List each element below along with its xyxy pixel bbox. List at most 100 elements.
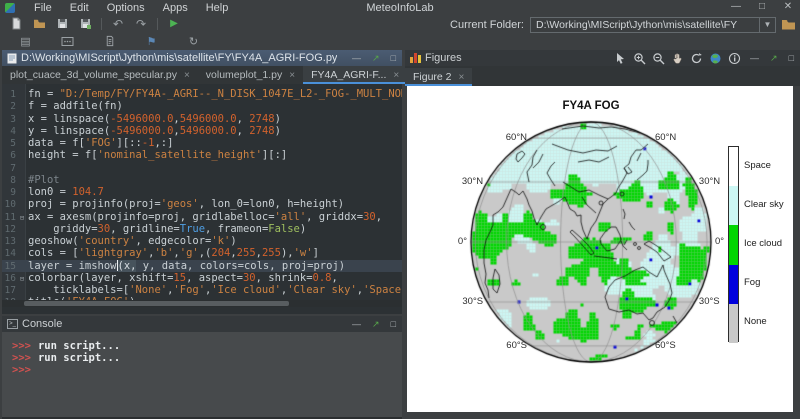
code-segment: 5496000.0	[180, 125, 237, 137]
identify-icon[interactable]	[727, 51, 742, 65]
code-segment: ),	[281, 247, 294, 259]
pointer-icon[interactable]	[613, 51, 628, 65]
code-segment: 2748	[249, 113, 274, 125]
apps-grid-icon[interactable]: ▤	[18, 34, 33, 48]
colorbar-label: None	[744, 316, 767, 327]
colorbar-segment	[729, 265, 738, 304]
tab-1[interactable]: plot_cuace_3d_volume_specular.py×	[2, 66, 198, 84]
code-segment: True	[180, 223, 205, 235]
code-segment: , griddx=	[306, 211, 363, 223]
window-close-button[interactable]: ✕	[782, 1, 794, 12]
current-folder-combobox[interactable]: D:\Working\MIScript\Jython\mis\satellite…	[530, 17, 776, 33]
code-segment: lon0 =	[28, 186, 72, 198]
tab-3[interactable]: FY4A_AGRI-F...×	[303, 66, 407, 84]
colorbar-segment	[729, 225, 738, 264]
refresh-icon[interactable]: ↻	[186, 34, 201, 48]
new-script-icon[interactable]	[102, 34, 117, 48]
figures-tab-bar: Figure 2 ×	[405, 66, 800, 86]
run-script-icon[interactable]: ▶	[167, 17, 181, 31]
menu-help[interactable]: Help	[197, 1, 238, 15]
menu-edit[interactable]: Edit	[61, 1, 98, 15]
editor-title-bar[interactable]: D:\Working\MIScript\Jython\mis\satellite…	[2, 50, 402, 66]
editor-float-button[interactable]: ↗	[372, 53, 380, 64]
code-text: ticklabels=['None','Fog','Ice cloud','Cl…	[28, 284, 402, 296]
code-segment: geoshow(	[28, 235, 79, 247]
code-text: height = f['nominal_satellite_height'][:…	[28, 149, 287, 161]
zoom-out-icon[interactable]	[651, 51, 666, 65]
close-icon[interactable]: ×	[289, 70, 295, 81]
colorbar-segment	[729, 147, 738, 186]
editor-horizontal-scrollbar[interactable]	[2, 300, 402, 307]
editor-maximize-button[interactable]: □	[391, 53, 396, 63]
rotate-icon[interactable]	[689, 51, 704, 65]
colorbar	[728, 146, 739, 342]
console-maximize-button[interactable]: □	[391, 319, 396, 329]
console-output[interactable]: >>>run script...>>>run script...>>>	[2, 332, 402, 376]
console-prompt: >>>	[12, 352, 31, 364]
code-segment: 'Clear sky'	[287, 284, 357, 296]
code-segment: 'nominal_satellite_height'	[98, 149, 262, 161]
editor-minimize-button[interactable]: —	[352, 53, 361, 63]
code-segment: f = addfile(fn)	[28, 100, 123, 112]
figures-title: Figures	[425, 52, 462, 64]
code-line-8: 8 #Plot	[2, 174, 402, 186]
code-segment: 'b'	[154, 247, 173, 259]
code-line-9: 9 lon0 = 104.7	[2, 186, 402, 198]
globe-icon[interactable]	[708, 51, 723, 65]
data-flag-icon[interactable]: ⚑	[144, 34, 159, 48]
code-editor[interactable]: 1 fn = "D:/Temp/FY/FY4A-_AGRI--_N_DISK_1…	[2, 84, 402, 307]
close-icon[interactable]: ×	[184, 70, 190, 81]
close-icon[interactable]: ×	[459, 72, 465, 83]
app-logo-icon	[5, 3, 15, 13]
code-segment: ,	[237, 113, 250, 125]
save-icon[interactable]	[55, 17, 69, 31]
code-segment: 255	[262, 247, 281, 259]
tab-figure-2[interactable]: Figure 2 ×	[405, 68, 472, 86]
window-minimize-button[interactable]: —	[730, 1, 742, 12]
tab-2[interactable]: volumeplot_1.py×	[198, 66, 303, 84]
console-minimize-button[interactable]: —	[352, 319, 361, 329]
menu-file[interactable]: File	[25, 1, 61, 15]
code-line-5: 5 data = f['FOG'][::-1,:]	[2, 137, 402, 149]
chevron-down-icon[interactable]: ▼	[759, 18, 775, 32]
new-file-icon[interactable]	[9, 17, 23, 31]
window-maximize-button[interactable]: □	[756, 1, 768, 12]
code-segment: ]	[313, 247, 319, 259]
figures-maximize-button[interactable]: □	[789, 53, 794, 63]
scrollbar-thumb[interactable]	[24, 301, 289, 306]
pan-icon[interactable]	[670, 51, 685, 65]
toolbar-separator	[101, 18, 102, 30]
figures-title-bar[interactable]: Figures — ↗ □	[405, 50, 800, 66]
redo-icon[interactable]: ↷	[134, 17, 148, 31]
figure-canvas[interactable]: FY4A FOG 60°N60°N30°N30°N0°0°30°S30°S60°…	[407, 86, 793, 412]
code-segment: ][::	[117, 137, 142, 149]
close-icon[interactable]: ×	[393, 70, 399, 81]
save-as-icon[interactable]	[78, 17, 92, 31]
code-segment: 2748	[249, 125, 274, 137]
code-segment: 'country'	[79, 235, 136, 247]
menu-apps[interactable]: Apps	[154, 1, 197, 15]
code-text: lon0 = 104.7	[28, 186, 104, 198]
figures-minimize-button[interactable]: —	[750, 53, 759, 63]
console-toggle-icon[interactable]	[60, 34, 75, 48]
open-file-icon[interactable]	[32, 17, 46, 31]
console-float-button[interactable]: ↗	[372, 319, 380, 330]
code-line-10: 10 proj = projinfo(proj='geos', lon_0=lo…	[2, 198, 402, 210]
code-segment: False	[268, 223, 300, 235]
code-segment: , lon_0=lon0, h=height)	[199, 198, 344, 210]
grid-label: 60°S	[506, 340, 527, 351]
console-title-bar[interactable]: >_ Console — ↗ □	[2, 316, 402, 332]
browse-folder-button[interactable]	[782, 19, 795, 30]
figures-icon	[410, 53, 421, 63]
menu-options[interactable]: Options	[98, 1, 154, 15]
code-text: proj = projinfo(proj='geos', lon_0=lon0,…	[28, 198, 344, 210]
console-title: Console	[22, 318, 62, 330]
code-segment: , edgecolor=	[135, 235, 211, 247]
code-segment: ticklabels=[	[28, 284, 129, 296]
code-segment: , gridline=	[110, 223, 180, 235]
zoom-in-icon[interactable]	[632, 51, 647, 65]
grid-label: 0°	[715, 236, 724, 247]
undo-icon[interactable]: ↶	[111, 17, 125, 31]
console-line: >>>	[12, 364, 402, 376]
figures-float-button[interactable]: ↗	[770, 53, 778, 64]
